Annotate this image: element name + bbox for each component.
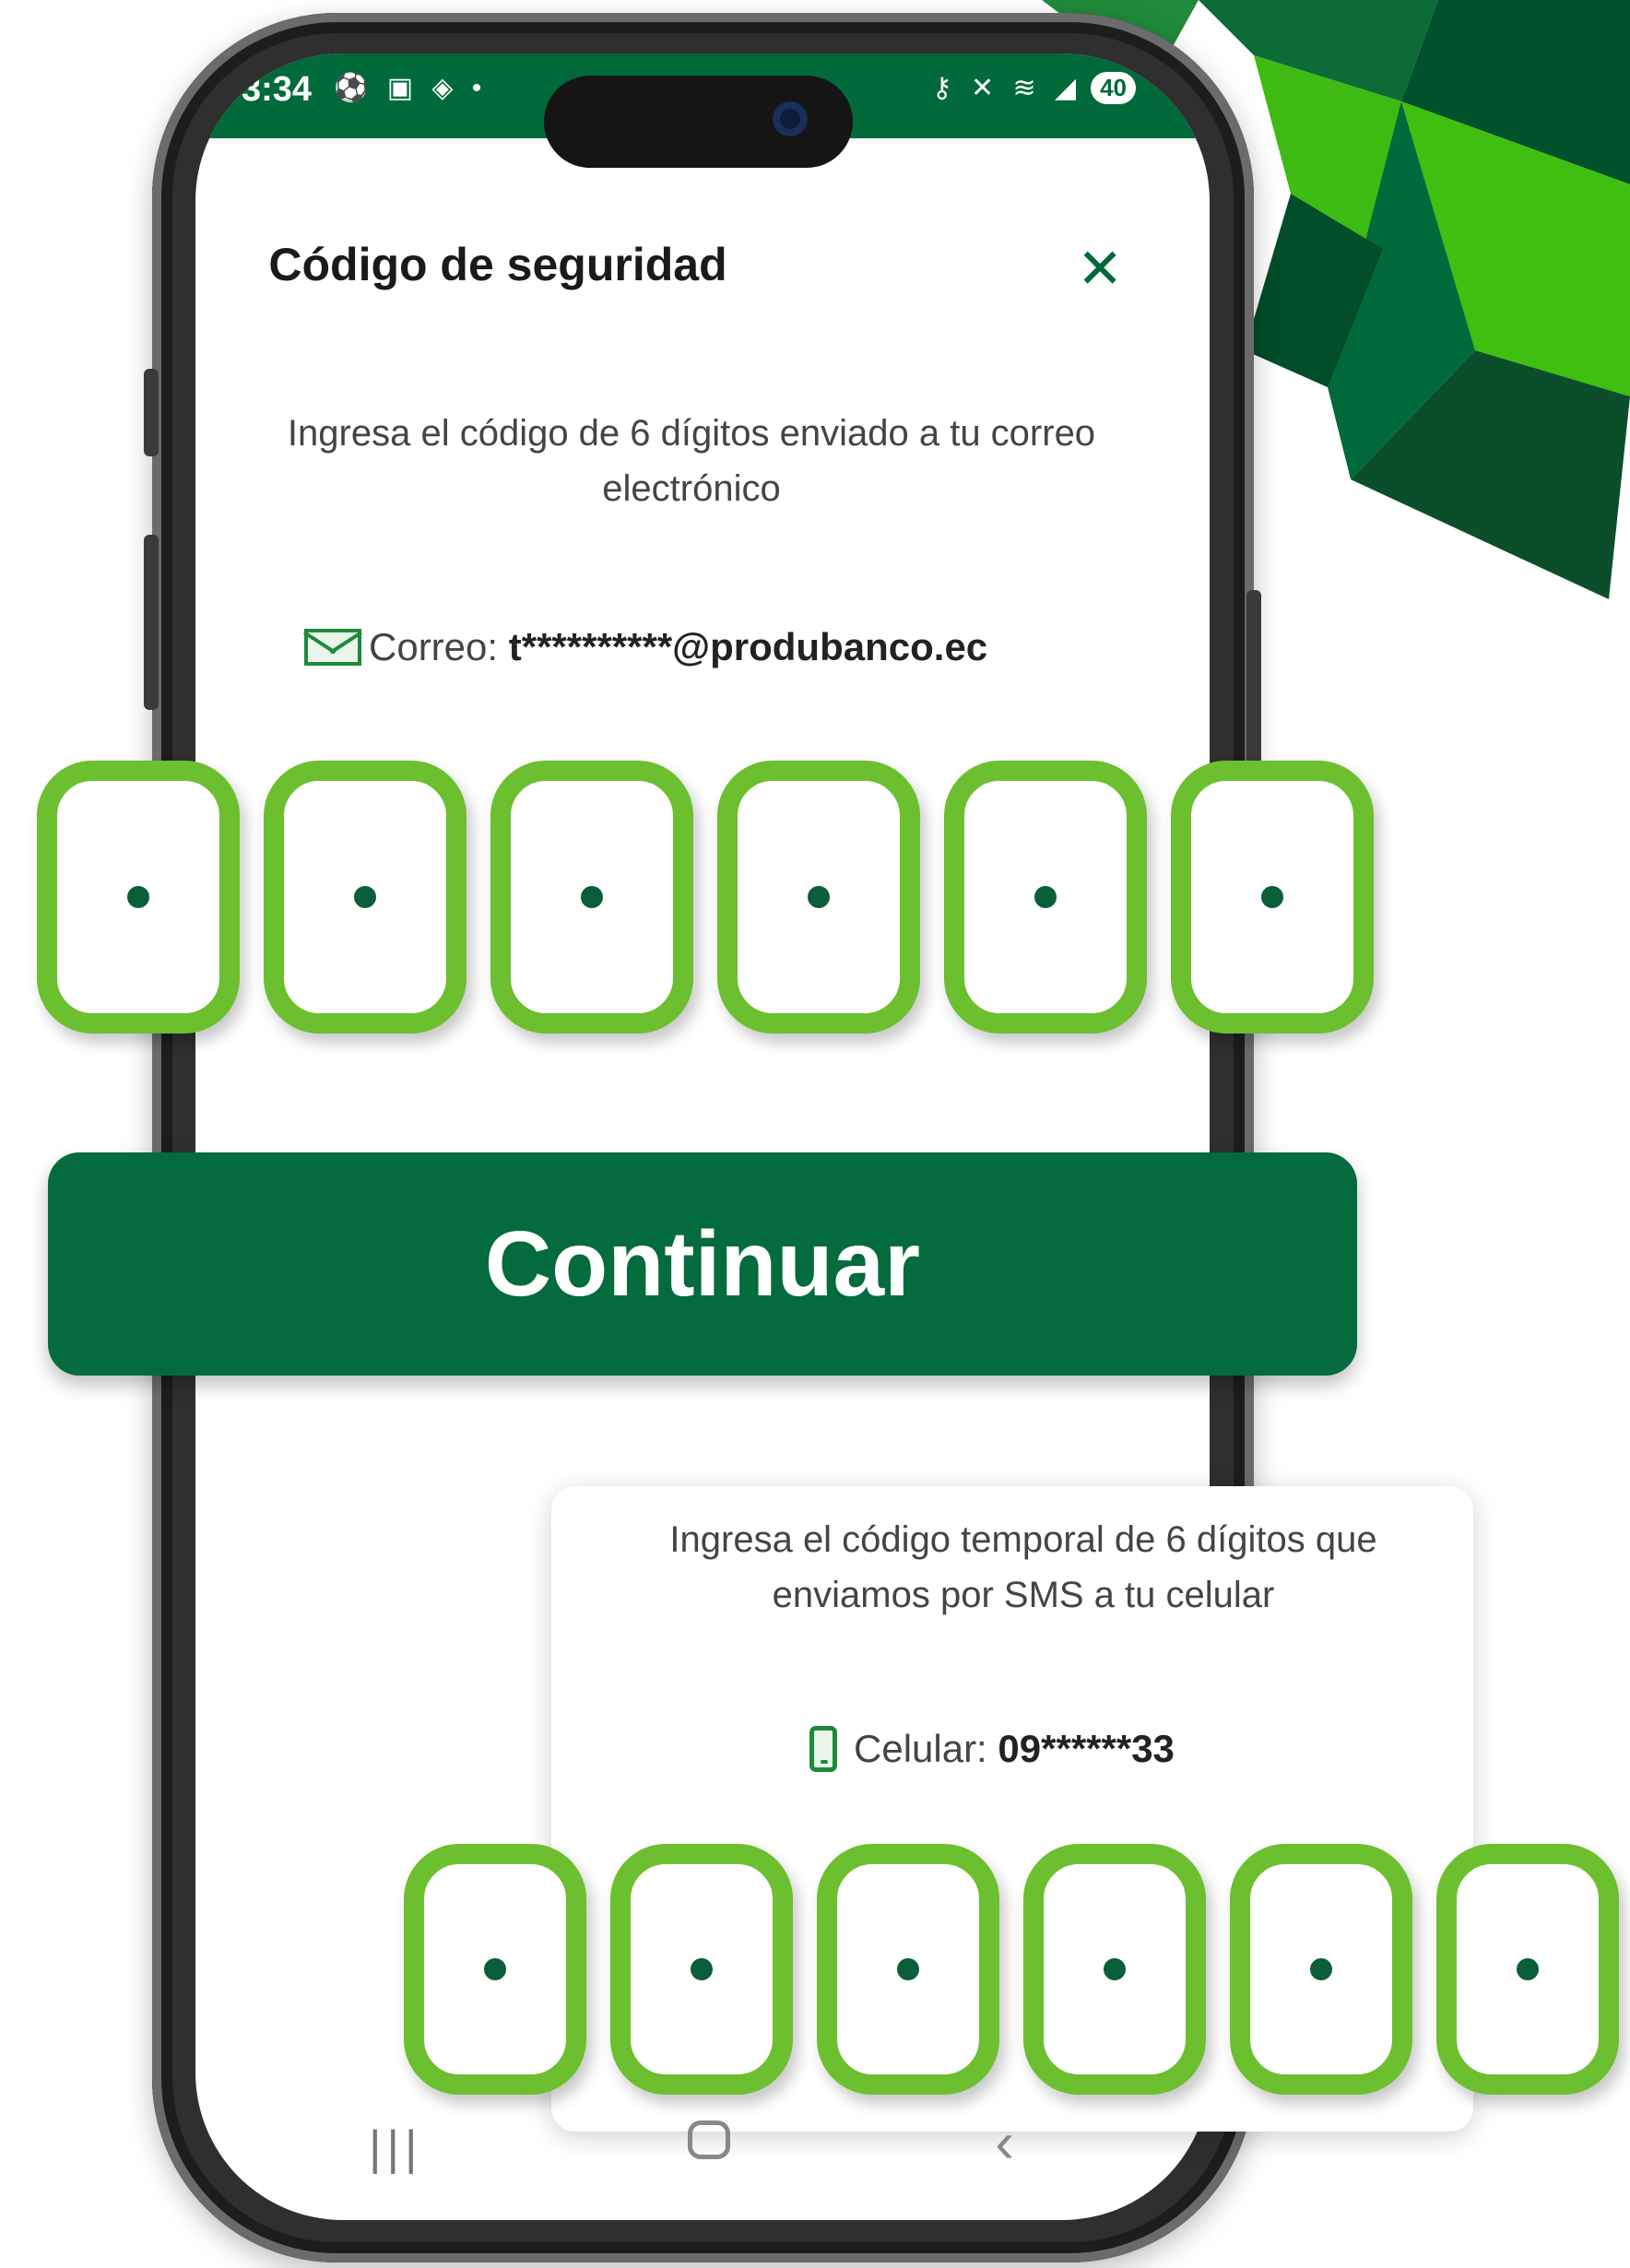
front-camera: [773, 101, 808, 136]
continue-button[interactable]: Continuar: [48, 1152, 1357, 1376]
dialog-title: Código de seguridad: [268, 239, 727, 290]
email-code-digit-4[interactable]: [717, 761, 920, 1034]
battery-indicator: 40: [1091, 72, 1136, 104]
envelope-icon: [304, 629, 361, 666]
sms-code-input: [404, 1844, 1619, 2095]
sms-instruction: Ingresa el código temporal de 6 dígitos …: [669, 1519, 1377, 1615]
masked-digit: [1104, 1958, 1126, 1980]
sms-code-digit-1[interactable]: [404, 1844, 586, 2095]
power-button: [1246, 590, 1261, 765]
phone-label: Celular:: [854, 1727, 987, 1770]
email-code-digit-1[interactable]: [37, 761, 240, 1034]
sms-code-digit-4[interactable]: [1023, 1844, 1206, 2095]
masked-digit: [127, 886, 149, 908]
close-icon[interactable]: ✕: [1077, 242, 1123, 297]
masked-digit: [1034, 886, 1057, 908]
email-code-digit-5[interactable]: [944, 761, 1147, 1034]
sms-code-digit-6[interactable]: [1436, 1844, 1619, 2095]
volume-down-button: [144, 535, 159, 710]
sms-code-digit-2[interactable]: [610, 1844, 793, 2095]
back-icon[interactable]: ‹: [995, 2115, 1014, 2176]
email-code-input: [37, 761, 1374, 1034]
navigation-bar: ||| ‹: [369, 2115, 1014, 2176]
status-time: 3:34: [242, 70, 313, 109]
masked-digit: [581, 886, 603, 908]
email-code-digit-2[interactable]: [264, 761, 467, 1034]
mobile-phone-icon: [809, 1726, 837, 1772]
masked-digit: [484, 1958, 506, 1980]
masked-digit: [1310, 1958, 1332, 1980]
phone-value: 09******33: [998, 1727, 1175, 1770]
phone-info: Celular: 09******33: [809, 1726, 1175, 1772]
email-label: Correo:: [369, 625, 499, 668]
status-system-icons: ⚷ ✕ ≋ ◢: [931, 73, 1082, 103]
status-right-icons: ⚷ ✕ ≋ ◢ 40: [932, 72, 1136, 104]
email-instruction: Ingresa el código de 6 dígitos enviado a…: [287, 413, 1096, 509]
email-code-digit-3[interactable]: [490, 761, 693, 1034]
masked-digit: [354, 886, 376, 908]
masked-digit: [808, 886, 830, 908]
email-code-digit-6[interactable]: [1171, 761, 1374, 1034]
recent-apps-icon[interactable]: |||: [369, 2120, 423, 2176]
masked-digit: [1517, 1958, 1539, 1980]
volume-up-button: [144, 369, 159, 456]
home-icon[interactable]: [687, 2120, 730, 2159]
email-value: t**********@produbanco.ec: [508, 625, 988, 668]
status-left-icons: ⚽ ▣ ◈ •: [334, 73, 488, 103]
sms-code-digit-3[interactable]: [817, 1844, 999, 2095]
masked-digit: [1261, 886, 1283, 908]
sms-code-digit-5[interactable]: [1230, 1844, 1412, 2095]
masked-digit: [691, 1958, 713, 1980]
masked-digit: [897, 1958, 919, 1980]
email-info: Correo: t**********@produbanco.ec: [304, 625, 1134, 669]
